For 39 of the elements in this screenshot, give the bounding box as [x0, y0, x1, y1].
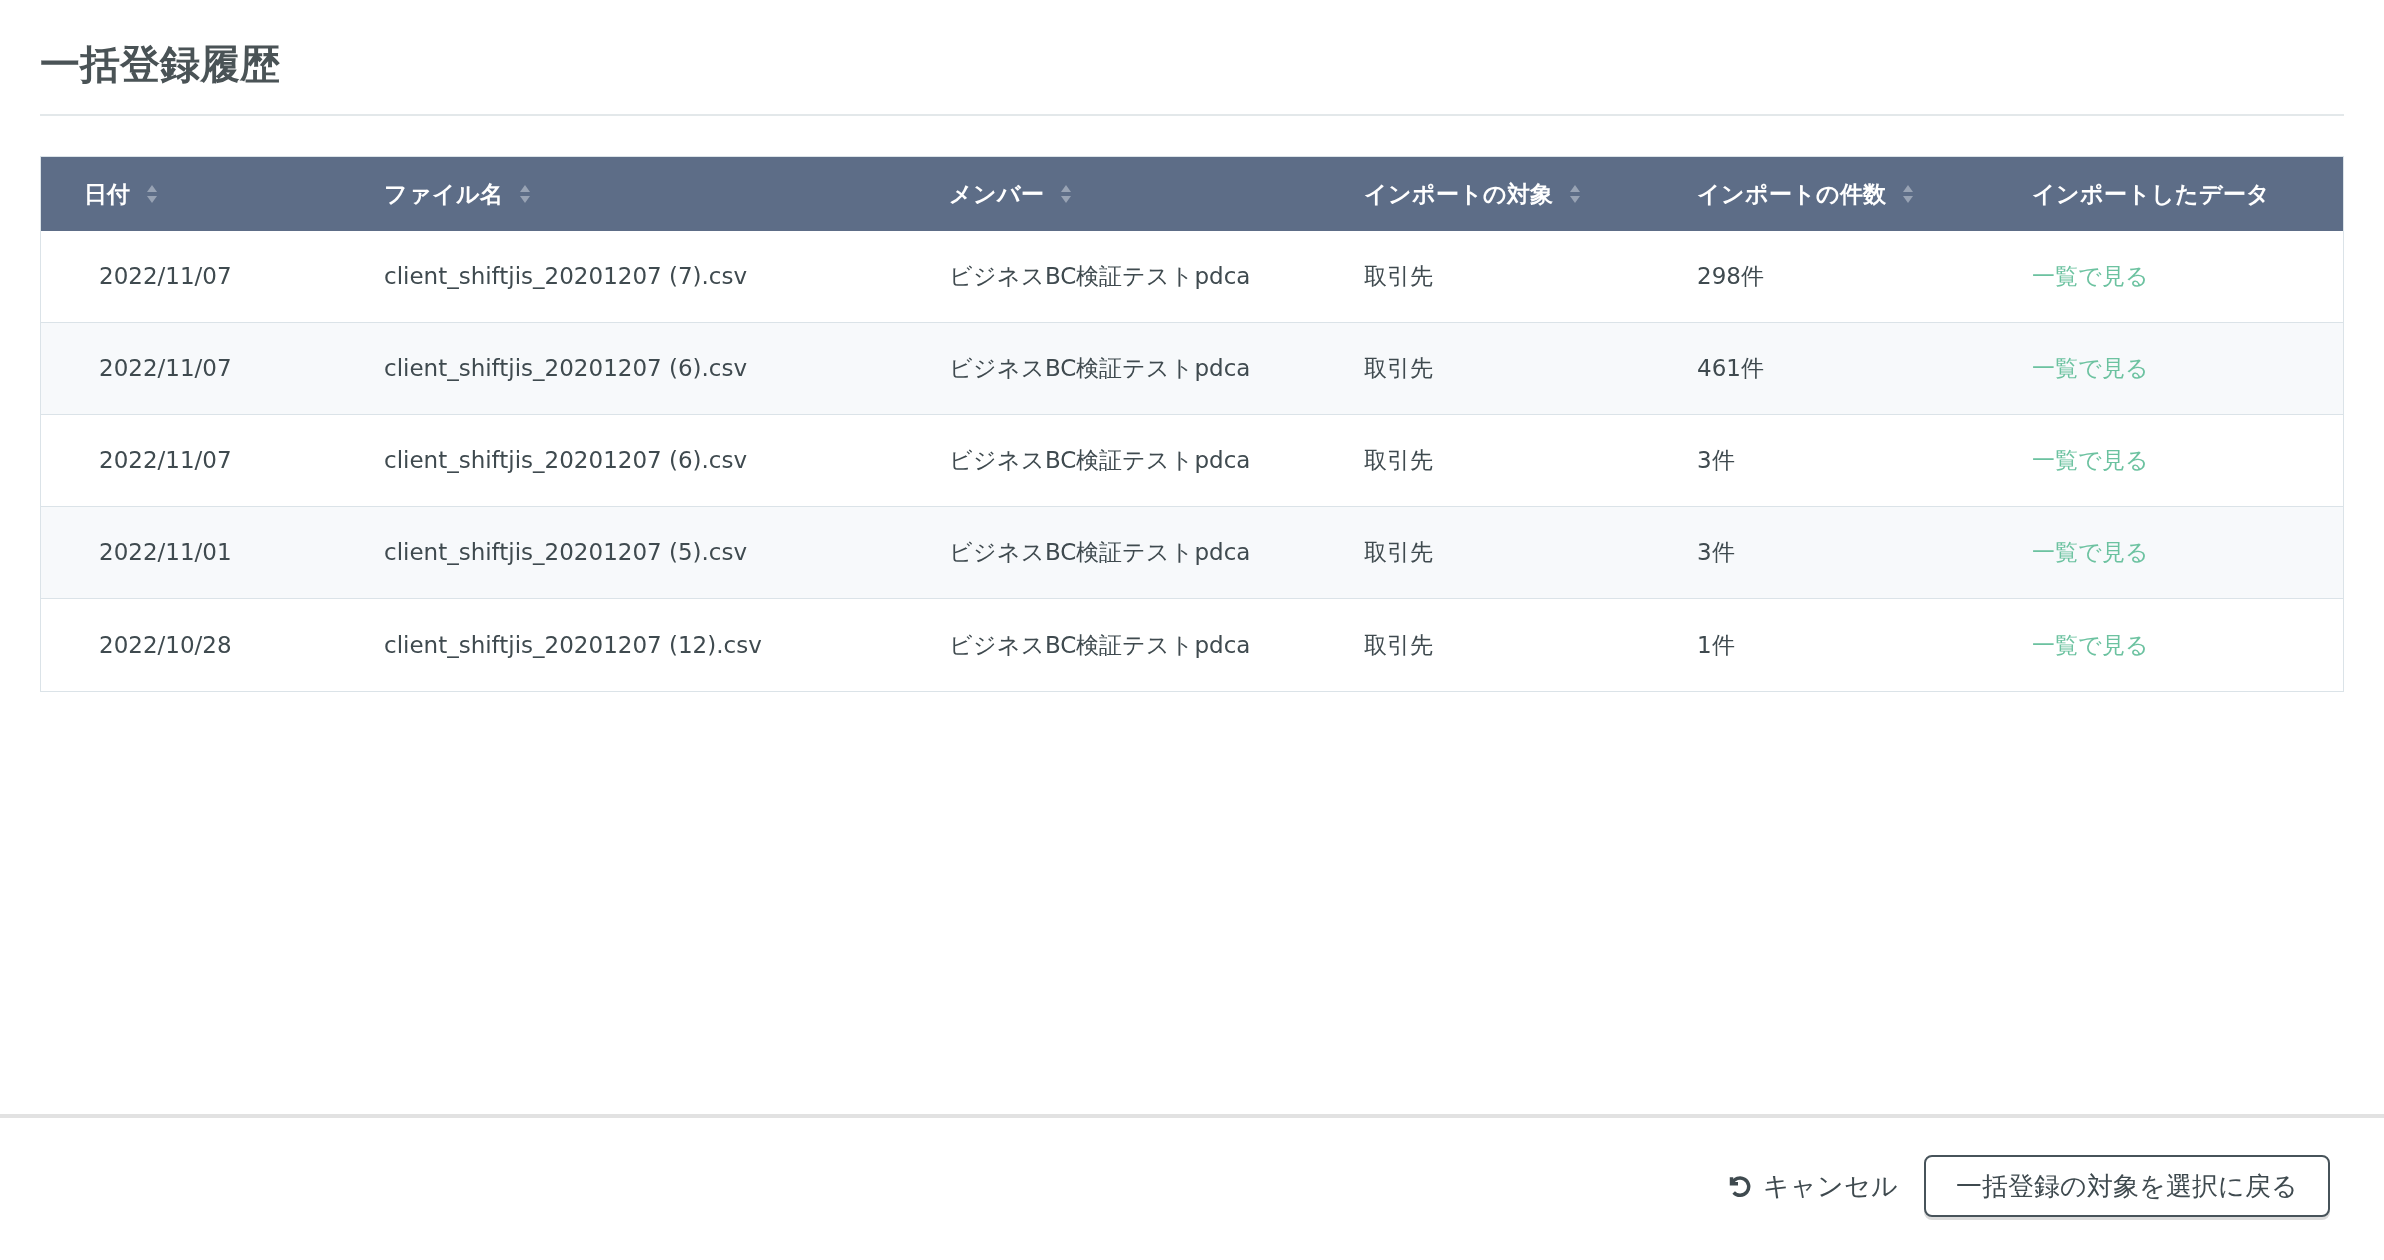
- count-cell: 3件: [1697, 447, 1735, 474]
- sortable-column-header[interactable]: メンバー: [949, 176, 1072, 212]
- target-cell: 取引先: [1364, 263, 1433, 290]
- back-to-selection-button[interactable]: 一括登録の対象を選択に戻る: [1924, 1155, 2330, 1217]
- member-cell: ビジネスBC検証テストpdca: [949, 263, 1251, 290]
- date-cell: 2022/11/07: [99, 263, 232, 290]
- file-name-cell: client_shiftjis_20201207 (6).csv: [384, 355, 748, 382]
- sortable-column-header[interactable]: インポートの件数: [1697, 176, 1914, 212]
- target-cell: 取引先: [1364, 355, 1433, 382]
- target-cell: 取引先: [1364, 631, 1433, 658]
- count-cell: 461件: [1697, 355, 1764, 382]
- sort-icon[interactable]: [1902, 184, 1914, 204]
- file-name-cell: client_shiftjis_20201207 (12).csv: [384, 631, 762, 658]
- cancel-button[interactable]: キャンセル: [1723, 1166, 1900, 1206]
- count-cell: 298件: [1697, 263, 1764, 290]
- page-title: 一括登録履歴: [40, 40, 280, 89]
- date-cell: 2022/11/01: [99, 539, 232, 566]
- date-cell: 2022/10/28: [99, 631, 232, 658]
- sort-icon[interactable]: [519, 184, 531, 204]
- count-cell: 1件: [1697, 631, 1735, 658]
- sort-icon[interactable]: [146, 184, 158, 204]
- sort-icon[interactable]: [1569, 184, 1581, 204]
- member-cell: ビジネスBC検証テストpdca: [949, 447, 1251, 474]
- file-name-cell: client_shiftjis_20201207 (7).csv: [384, 263, 748, 290]
- member-cell: ビジネスBC検証テストpdca: [949, 355, 1251, 382]
- sort-icon[interactable]: [1060, 184, 1072, 204]
- date-cell: 2022/11/07: [99, 447, 232, 474]
- count-cell: 3件: [1697, 539, 1735, 566]
- file-name-cell: client_shiftjis_20201207 (6).csv: [384, 447, 748, 474]
- member-cell: ビジネスBC検証テストpdca: [949, 539, 1251, 566]
- file-name-cell: client_shiftjis_20201207 (5).csv: [384, 539, 748, 566]
- target-cell: 取引先: [1364, 447, 1433, 474]
- sortable-column-header[interactable]: 日付: [84, 176, 158, 212]
- sortable-column-header[interactable]: インポートの対象: [1364, 176, 1581, 212]
- date-cell: 2022/11/07: [99, 355, 232, 382]
- member-cell: ビジネスBC検証テストpdca: [949, 631, 1251, 658]
- target-cell: 取引先: [1364, 539, 1433, 566]
- column-header: インポートしたデータ: [2032, 179, 2270, 209]
- sortable-column-header[interactable]: ファイル名: [384, 176, 531, 212]
